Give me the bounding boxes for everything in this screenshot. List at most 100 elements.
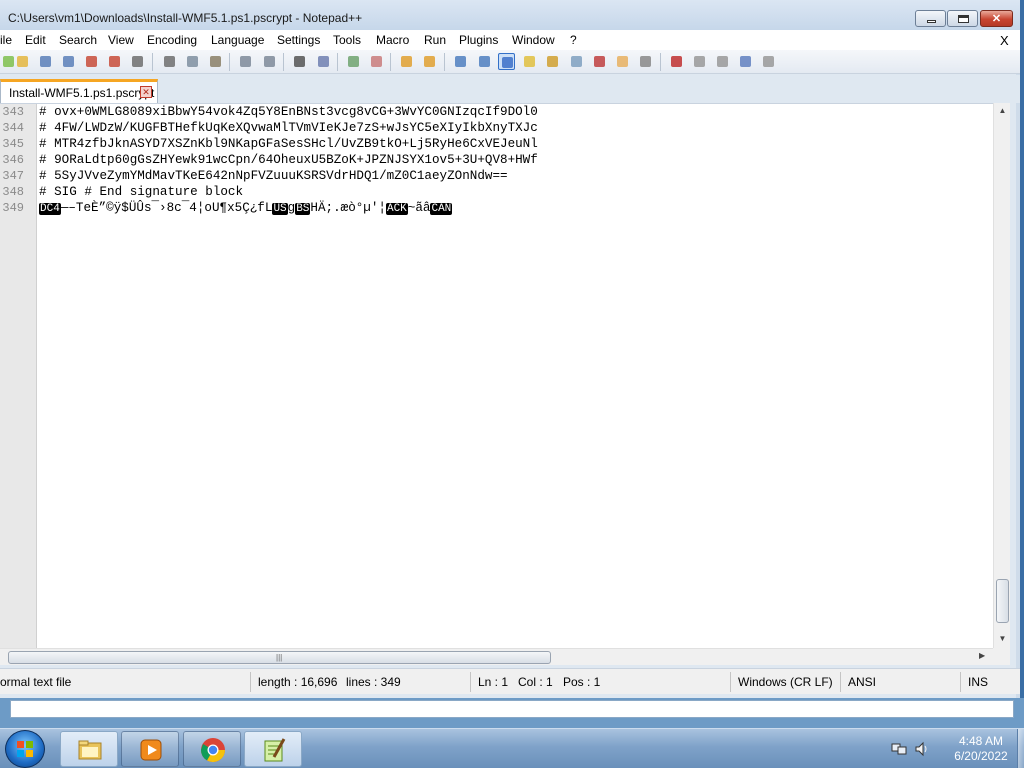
taskbar: 4:48 AM 6/20/2022 — [0, 728, 1024, 768]
toolbar-separator — [660, 53, 661, 71]
save-icon[interactable] — [37, 53, 54, 70]
menu-run[interactable]: Run — [424, 33, 446, 47]
minimize-button[interactable] — [915, 10, 946, 27]
record-macro-icon[interactable] — [668, 53, 685, 70]
save-macro-icon[interactable] — [760, 53, 777, 70]
system-clock[interactable]: 4:48 AM 6/20/2022 — [948, 734, 1014, 764]
stop-macro-icon[interactable] — [691, 53, 708, 70]
close-all-icon[interactable] — [106, 53, 123, 70]
doc-list-icon[interactable] — [568, 53, 585, 70]
taskbar-chrome[interactable] — [183, 731, 241, 767]
save-all-icon[interactable] — [60, 53, 77, 70]
status-lines: lines : 349 — [346, 675, 401, 689]
close-button[interactable]: ✕ — [980, 10, 1013, 27]
start-button[interactable] — [5, 730, 45, 768]
menu-search[interactable]: Search — [59, 33, 97, 47]
status-file-type: ormal text file — [0, 675, 72, 689]
background-window — [0, 698, 1024, 728]
menu-encoding[interactable]: Encoding — [147, 33, 197, 47]
menu-edit[interactable]: Edit — [25, 33, 46, 47]
replace-icon[interactable] — [315, 53, 332, 70]
redo-icon[interactable] — [261, 53, 278, 70]
status-divider — [840, 672, 841, 692]
open-file-icon[interactable] — [14, 53, 31, 70]
indent-guide-icon[interactable] — [498, 53, 515, 70]
tab-close-icon[interactable]: ✕ — [140, 86, 152, 98]
vertical-scroll-thumb[interactable] — [996, 579, 1009, 623]
maximize-button[interactable] — [947, 10, 978, 27]
show-all-chars-icon[interactable] — [476, 53, 493, 70]
menu-file[interactable]: ile — [0, 33, 12, 47]
code-line[interactable]: # MTR4zfbJknASYD7XSZnKbl9NKapGFaSesSHcl/… — [39, 137, 538, 151]
zoom-out-icon[interactable] — [368, 53, 385, 70]
taskbar-file-explorer[interactable] — [60, 731, 118, 767]
toolbar-separator — [337, 53, 338, 71]
control-char-badge: DC4 — [39, 203, 61, 215]
folder-workspace-icon[interactable] — [614, 53, 631, 70]
vertical-scrollbar[interactable]: ▲ ▼ — [993, 103, 1010, 648]
control-char-badge: US — [272, 203, 288, 215]
print-icon[interactable] — [129, 53, 146, 70]
play-macro-icon[interactable] — [714, 53, 731, 70]
editor-area[interactable]: 343 344 345 346 347 348 349 # ovx+0WMLG8089xiB… — [0, 103, 1010, 649]
code-line[interactable]: DC4—–TeÈ”©ÿ$ÜÛs¯›8c¯4¦oU¶x5Ç¿fLUSgBSHÄ;.… — [39, 201, 453, 215]
menu-settings[interactable]: Settings — [277, 33, 320, 47]
toolbar-separator — [283, 53, 284, 71]
close-icon: ✕ — [991, 13, 1002, 25]
scroll-right-icon[interactable]: ▶ — [979, 651, 985, 660]
code-line[interactable]: # 4FW/LWDzW/KUGFBTHefkUqKeXQvwaMlTVmVIeK… — [39, 121, 538, 135]
menu-tools[interactable]: Tools — [333, 33, 361, 47]
notepad-plus-plus-icon — [264, 738, 286, 762]
chrome-icon — [201, 738, 225, 763]
line-number: 347 — [2, 169, 24, 183]
monitoring-icon[interactable] — [637, 53, 654, 70]
cut-icon[interactable] — [161, 53, 178, 70]
line-number-gutter: 343 344 345 346 347 348 349 — [0, 104, 37, 649]
copy-icon[interactable] — [184, 53, 201, 70]
network-icon[interactable] — [891, 741, 907, 757]
paste-icon[interactable] — [207, 53, 224, 70]
udl-icon[interactable] — [521, 53, 538, 70]
close-document-button[interactable]: X — [1000, 33, 1009, 48]
word-wrap-icon[interactable] — [452, 53, 469, 70]
find-icon[interactable] — [291, 53, 308, 70]
tab-install-wmf[interactable]: Install-WMF5.1.ps1.pscrypt ✕ — [0, 79, 158, 103]
horizontal-scrollbar[interactable]: ||| ▶ — [0, 648, 993, 665]
close-icon[interactable] — [83, 53, 100, 70]
taskbar-notepad-plus-plus[interactable] — [244, 731, 302, 767]
zoom-in-icon[interactable] — [345, 53, 362, 70]
menu-window[interactable]: Window — [512, 33, 555, 47]
code-line[interactable]: # 9ORaLdtp60gGsZHYewk91wcCpn/64OheuxU5BZ… — [39, 153, 538, 167]
scrollbar-corner — [993, 648, 1010, 665]
status-eol: Windows (CR LF) — [738, 675, 833, 689]
status-divider — [730, 672, 731, 692]
function-list-icon[interactable] — [591, 53, 608, 70]
doc-map-icon[interactable] — [544, 53, 561, 70]
volume-icon[interactable] — [914, 741, 930, 757]
run-macro-multiple-icon[interactable] — [737, 53, 754, 70]
show-desktop-button[interactable] — [1017, 729, 1024, 768]
sync-vertical-icon[interactable] — [398, 53, 415, 70]
scroll-down-icon[interactable]: ▼ — [994, 631, 1011, 646]
taskbar-media-player[interactable] — [121, 731, 179, 767]
code-line[interactable]: # 5SyJVveZymYMdMavTKeE642nNpFVZuuuKSRSVd… — [39, 169, 508, 183]
sync-horizontal-icon[interactable] — [421, 53, 438, 70]
status-divider — [250, 672, 251, 692]
undo-icon[interactable] — [237, 53, 254, 70]
file-explorer-icon — [78, 740, 102, 760]
toolbar-separator — [390, 53, 391, 71]
menu-view[interactable]: View — [108, 33, 134, 47]
code-line[interactable]: # ovx+0WMLG8089xiBbwY54vok4Zq5Y8EnBNst3v… — [39, 105, 538, 119]
horizontal-scroll-thumb[interactable]: ||| — [8, 651, 551, 664]
notepad-plus-plus-window: C:\Users\vm1\Downloads\Install-WMF5.1.ps… — [0, 0, 1020, 698]
line-number: 348 — [2, 185, 24, 199]
menu-plugins[interactable]: Plugins — [459, 33, 498, 47]
tab-label: Install-WMF5.1.ps1.pscrypt — [9, 86, 155, 100]
title-bar[interactable]: C:\Users\vm1\Downloads\Install-WMF5.1.ps… — [0, 0, 1020, 30]
menu-language[interactable]: Language — [211, 33, 264, 47]
code-line[interactable]: # SIG # End signature block — [39, 185, 243, 199]
menu-macro[interactable]: Macro — [376, 33, 409, 47]
menu-bar: ile Edit Search View Encoding Language S… — [0, 30, 1020, 50]
menu-help[interactable]: ? — [570, 33, 577, 47]
scroll-up-icon[interactable]: ▲ — [994, 103, 1011, 118]
